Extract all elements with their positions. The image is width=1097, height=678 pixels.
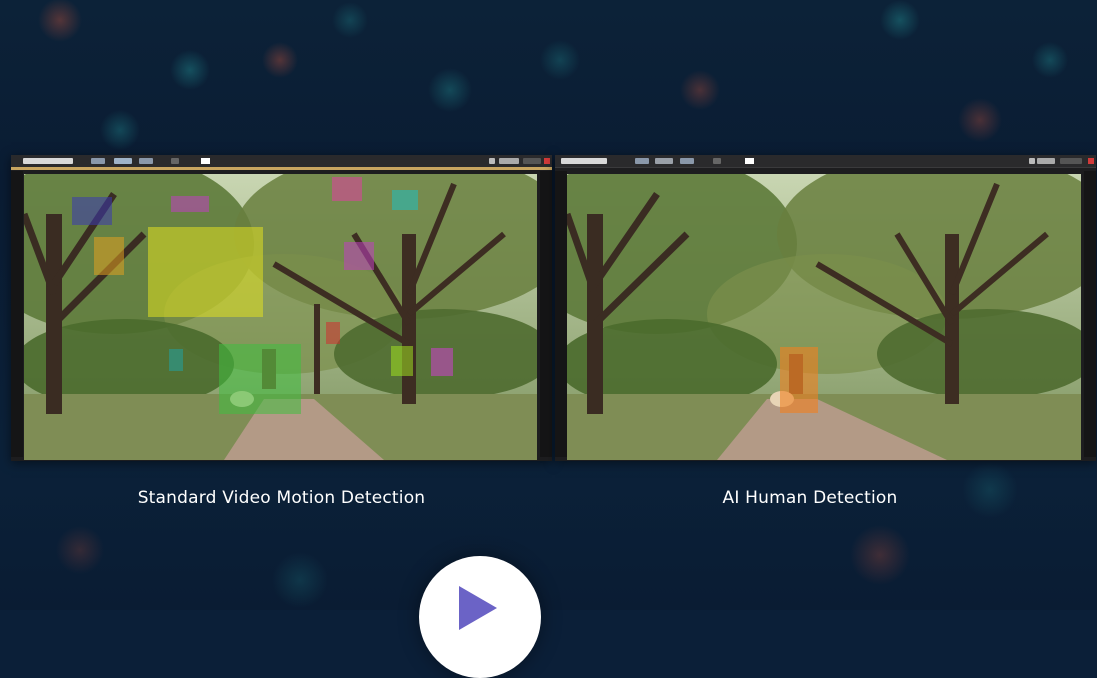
left-toolbar-button-1[interactable] (91, 158, 105, 164)
right-sidebar-strip (555, 171, 567, 457)
right-close-icon[interactable] (1088, 158, 1094, 164)
left-right-strip (540, 171, 552, 457)
motion-box (326, 322, 340, 344)
left-accent-bar (11, 167, 552, 170)
human-detection-box (780, 347, 818, 413)
left-sidebar-strip (11, 171, 23, 457)
left-toolbar-button-4[interactable] (523, 158, 541, 164)
right-toolbar-button-1[interactable] (635, 158, 649, 164)
left-close-icon[interactable] (544, 158, 550, 164)
motion-box (391, 346, 413, 376)
play-button[interactable] (419, 556, 541, 678)
motion-box (94, 237, 124, 275)
motion-box (148, 227, 263, 317)
left-toolbar-button-3[interactable] (139, 158, 153, 164)
right-toolbar-button-4[interactable] (1060, 158, 1082, 164)
left-video-frame (24, 174, 537, 460)
right-toolbar-settings-icon[interactable] (1029, 158, 1035, 164)
right-caption: AI Human Detection (722, 488, 898, 508)
right-toolbar-checkbox[interactable] (745, 158, 754, 164)
right-park-scene (567, 174, 1081, 460)
left-video-panel (11, 155, 552, 461)
motion-box (431, 348, 453, 376)
right-toolbar-button-2[interactable] (655, 158, 673, 164)
left-caption: Standard Video Motion Detection (137, 488, 426, 508)
left-toolbar-checkbox[interactable] (201, 158, 210, 164)
right-search-field[interactable] (561, 158, 607, 164)
left-toolbar-button-2[interactable] (114, 158, 132, 164)
right-toolbar-icon[interactable] (713, 158, 721, 164)
motion-box (171, 196, 209, 212)
motion-box (392, 190, 418, 210)
motion-box (72, 197, 112, 225)
left-toolbar-icon[interactable] (171, 158, 179, 164)
right-toolbar-dropdown[interactable] (1037, 158, 1055, 164)
right-video-panel (555, 155, 1096, 461)
left-toolbar-settings-icon[interactable] (489, 158, 495, 164)
play-icon (459, 586, 497, 630)
right-toolbar (555, 155, 1096, 168)
right-video-frame (567, 174, 1081, 460)
motion-box (169, 349, 183, 371)
right-toolbar-button-3[interactable] (680, 158, 694, 164)
left-search-field[interactable] (23, 158, 73, 164)
right-right-strip (1084, 171, 1096, 457)
motion-box (344, 242, 374, 270)
motion-box (332, 177, 362, 201)
motion-box (219, 344, 301, 414)
left-toolbar-dropdown[interactable] (499, 158, 519, 164)
